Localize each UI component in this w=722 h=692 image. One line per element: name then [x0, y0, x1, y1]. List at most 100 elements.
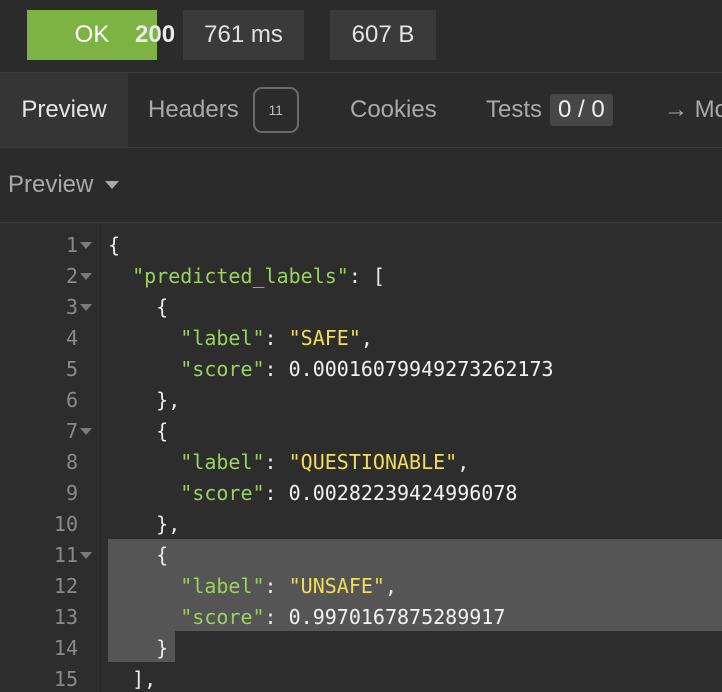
line-number: 12: [53, 574, 78, 598]
json-punctuation: ,: [457, 450, 470, 474]
line-number: 7: [65, 419, 78, 443]
code-line: 13 "score": 0.9970167875289917: [0, 602, 722, 633]
tests-count-badge: 0 / 0: [550, 94, 613, 126]
json-punctuation: [108, 264, 132, 288]
json-number: 0.9970167875289917: [288, 605, 506, 629]
tab-more[interactable]: → Mo: [664, 73, 722, 147]
json-key: "score": [180, 481, 265, 505]
response-size-badge: 607 B: [330, 10, 436, 60]
preview-mode-bar: Preview: [0, 148, 722, 223]
preview-mode-dropdown[interactable]: Preview: [8, 171, 120, 199]
line-number: 9: [65, 481, 78, 505]
fold-toggle-icon[interactable]: [80, 242, 92, 249]
line-number: 3: [65, 295, 78, 319]
code-text: }: [108, 633, 168, 664]
status-text: OK: [74, 21, 110, 48]
code-line: 3 {: [0, 292, 722, 323]
code-text: {: [108, 230, 120, 261]
tab-headers-label: Headers: [148, 96, 239, 123]
line-number: 11: [53, 543, 78, 567]
code-line: 2 "predicted_labels": [: [0, 261, 722, 292]
code-text: },: [108, 509, 180, 540]
json-key: "score": [180, 605, 265, 629]
code-line: 8 "label": "QUESTIONABLE",: [0, 447, 722, 478]
json-punctuation: ],: [108, 667, 157, 691]
json-punctuation: :: [264, 357, 289, 381]
line-number: 4: [65, 326, 78, 350]
json-punctuation: },: [108, 512, 181, 536]
response-time-badge: 761 ms: [183, 10, 304, 60]
tab-more-label: → Mo: [664, 96, 722, 123]
json-punctuation: {: [108, 419, 169, 443]
json-punctuation: :: [264, 481, 289, 505]
json-punctuation: [108, 357, 180, 381]
json-punctuation: },: [108, 388, 181, 412]
json-punctuation: ,: [384, 574, 398, 598]
code-text: {: [108, 292, 168, 323]
code-text: "label": "UNSAFE",: [108, 571, 397, 602]
tab-headers[interactable]: Headers 11: [148, 73, 299, 147]
code-text: "score": 0.9970167875289917: [108, 602, 505, 633]
chevron-down-icon: [105, 181, 120, 189]
json-number: 0.00282239424996078: [288, 481, 518, 505]
fold-toggle-icon[interactable]: [80, 304, 92, 311]
json-punctuation: :: [264, 605, 289, 629]
code-line: 15 ],: [0, 664, 722, 692]
json-key: "score": [180, 357, 265, 381]
code-line: 14 }: [0, 633, 722, 664]
tab-tests-label: Tests: [486, 96, 543, 123]
line-number: 14: [53, 636, 78, 660]
code-line: 11 {: [0, 540, 722, 571]
code-line: 10 },: [0, 509, 722, 540]
code-text: },: [108, 385, 180, 416]
fold-toggle-icon[interactable]: [80, 428, 92, 435]
line-number: 10: [53, 512, 78, 536]
line-number: 2: [65, 264, 78, 288]
json-punctuation: [108, 326, 180, 350]
status-badge: 200 OK: [27, 10, 175, 60]
tab-preview-label: Preview: [21, 96, 107, 123]
json-number: 0.00016079949273262173: [288, 357, 554, 381]
response-body-editor[interactable]: 1{2 "predicted_labels": [3 {4 "label": "…: [0, 223, 722, 692]
code-text: {: [108, 540, 168, 571]
code-text: "score": 0.00282239424996078: [108, 478, 517, 509]
code-text: {: [108, 416, 168, 447]
json-punctuation: {: [108, 543, 169, 567]
tab-cookies-label: Cookies: [350, 96, 437, 123]
code-line: 12 "label": "UNSAFE",: [0, 571, 722, 602]
line-number: 15: [53, 667, 78, 691]
json-punctuation: :: [264, 450, 289, 474]
json-punctuation: ,: [360, 326, 373, 350]
code-line: 6 },: [0, 385, 722, 416]
response-tabs: Preview Headers 11 Cookies Tests 0 / 0 →…: [0, 73, 722, 148]
code-text: ],: [108, 664, 156, 692]
fold-toggle-icon[interactable]: [80, 273, 92, 280]
json-punctuation: : [: [348, 264, 385, 288]
json-punctuation: [108, 481, 180, 505]
json-punctuation: [108, 605, 180, 629]
code-line: 7 {: [0, 416, 722, 447]
line-number: 13: [53, 605, 78, 629]
code-text: "score": 0.00016079949273262173: [108, 354, 554, 385]
code-text: "predicted_labels": [: [108, 261, 385, 292]
line-number: 6: [65, 388, 78, 412]
json-punctuation: [108, 574, 180, 598]
json-punctuation: :: [264, 326, 289, 350]
code-text: "label": "QUESTIONABLE",: [108, 447, 469, 478]
json-key: "predicted_labels": [132, 264, 349, 288]
line-number: 5: [65, 357, 78, 381]
json-string: "SAFE": [288, 326, 361, 350]
json-key: "label": [180, 574, 265, 598]
code-line: 1{: [0, 230, 722, 261]
code-line: 4 "label": "SAFE",: [0, 323, 722, 354]
headers-count-badge: 11: [252, 87, 299, 133]
tab-preview[interactable]: Preview: [0, 73, 128, 147]
response-status-bar: 200 OK 761 ms 607 B: [0, 0, 722, 73]
json-punctuation: }: [108, 636, 169, 660]
tab-cookies[interactable]: Cookies: [350, 73, 437, 147]
fold-toggle-icon[interactable]: [80, 552, 92, 559]
code-text: "label": "SAFE",: [108, 323, 373, 354]
code-line: 9 "score": 0.00282239424996078: [0, 478, 722, 509]
tab-tests[interactable]: Tests 0 / 0: [486, 73, 613, 147]
json-punctuation: :: [264, 574, 289, 598]
